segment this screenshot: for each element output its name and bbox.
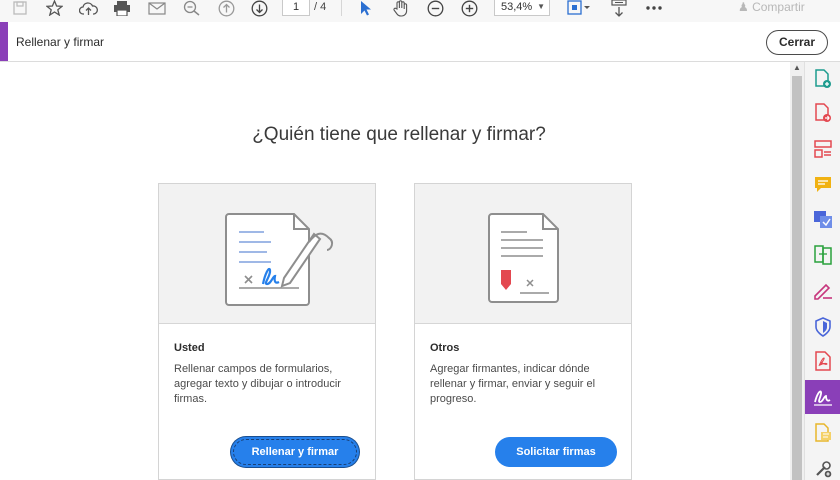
card-illustration: [159, 184, 375, 324]
tool-title: Rellenar y firmar: [16, 35, 105, 49]
comment-icon[interactable]: [805, 168, 840, 202]
card-illustration: [415, 184, 631, 324]
protect-icon[interactable]: [805, 310, 840, 344]
email-icon[interactable]: [147, 0, 167, 16]
previous-page-icon[interactable]: [217, 0, 235, 16]
tool-header: Rellenar y firmar Cerrar: [0, 22, 840, 62]
more-options-icon[interactable]: [644, 0, 664, 16]
scroll-thumb[interactable]: [792, 76, 802, 480]
page-display-icon[interactable]: [608, 0, 630, 17]
scan-ocr-icon[interactable]: [805, 416, 840, 450]
card-description: Agregar firmantes, indicar dónde rellena…: [430, 363, 596, 405]
zoom-level-select[interactable]: 53,4% ▼: [494, 0, 550, 16]
more-tools-icon[interactable]: [805, 452, 840, 480]
page-total: / 4: [314, 1, 327, 13]
print-icon[interactable]: [112, 0, 132, 16]
cloud-upload-icon[interactable]: [78, 0, 98, 16]
share-button[interactable]: ♟ Compartir: [738, 0, 805, 14]
card-title: Otros: [430, 342, 460, 354]
fill-and-sign-button[interactable]: Rellenar y firmar: [231, 437, 359, 467]
sign-yourself-illustration: [225, 213, 334, 306]
acrobat-window: 1 / 4 53,4% ▼ ♟ Compartir Rellenar y fir…: [0, 0, 840, 480]
create-pdf-icon[interactable]: [805, 62, 840, 96]
card-others: Otros Agregar firmantes, indicar dónde r…: [414, 183, 632, 480]
share-label: Compartir: [752, 0, 805, 14]
tools-rail: [804, 62, 840, 480]
close-button[interactable]: Cerrar: [766, 30, 828, 55]
pdf-standards-icon[interactable]: [805, 344, 840, 378]
request-signatures-illustration: [488, 213, 559, 303]
request-signatures-button[interactable]: Solicitar firmas: [495, 437, 617, 467]
star-icon[interactable]: [45, 0, 63, 16]
page-number-input[interactable]: 1: [282, 0, 310, 16]
zoom-in-icon[interactable]: [460, 0, 478, 16]
next-page-icon[interactable]: [250, 0, 268, 16]
export-pdf-icon[interactable]: [805, 96, 840, 130]
redact-icon[interactable]: [805, 274, 840, 308]
compare-files-icon[interactable]: [805, 238, 840, 272]
select-cursor-icon[interactable]: [358, 0, 374, 16]
document-area: ¿Quién tiene que rellenar y firmar?: [8, 62, 790, 480]
hand-tool-icon[interactable]: [391, 0, 411, 17]
main-toolbar: 1 / 4 53,4% ▼ ♟ Compartir: [0, 0, 840, 22]
card-title: Usted: [174, 342, 205, 354]
scroll-up-icon[interactable]: ▲: [790, 62, 804, 74]
share-icon: ♟: [738, 0, 753, 14]
tool-accent-bar: [0, 22, 8, 61]
page-title: ¿Quién tiene que rellenar y firmar?: [252, 124, 546, 145]
send-for-review-icon[interactable]: [805, 202, 840, 236]
save-icon[interactable]: [12, 0, 28, 16]
zoom-level-value: 53,4%: [501, 1, 533, 13]
fill-and-sign-icon[interactable]: [805, 380, 840, 414]
zoom-search-icon[interactable]: [181, 0, 201, 16]
toolbar-divider: [341, 0, 342, 16]
card-description: Rellenar campos de formularios, agregar …: [174, 363, 341, 405]
card-you: Usted Rellenar campos de formularios, ag…: [158, 183, 376, 480]
chevron-down-icon: ▼: [537, 2, 545, 11]
organize-pages-icon[interactable]: [805, 132, 840, 166]
fit-page-icon[interactable]: [566, 0, 592, 16]
zoom-out-icon[interactable]: [426, 0, 444, 16]
vertical-scrollbar[interactable]: ▲: [790, 62, 804, 480]
